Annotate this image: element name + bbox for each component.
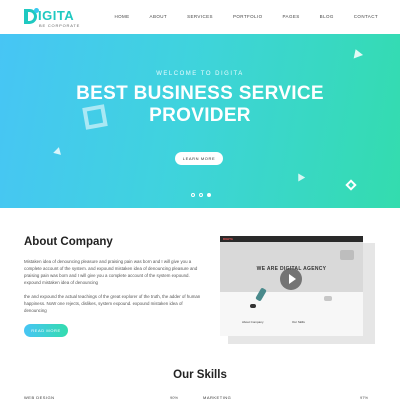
hero-title: BEST BUSINESS SERVICE PROVIDER <box>0 83 400 127</box>
nav-home[interactable]: HOME <box>114 14 129 19</box>
video-thumbnail[interactable]: DIGITA WE ARE DIGITAL AGENCY About Compa… <box>220 236 363 336</box>
skill-label-web-design: WEB DESIGN <box>24 395 55 400</box>
site-header: IGITA BE CORPORATE HOME ABOUT SERVICES P… <box>0 0 400 34</box>
learn-more-button[interactable]: LEARN MORE <box>175 152 223 165</box>
skill-label-marketing: MARKETING <box>203 395 232 400</box>
logo-tagline: BE CORPORATE <box>39 23 81 28</box>
slider-dot-3[interactable] <box>207 193 211 197</box>
about-text: Mistaken idea of denouncing pleasure and… <box>24 258 204 314</box>
triangle-shape <box>294 171 306 182</box>
about-paragraph-1: Mistaken idea of denouncing pleasure and… <box>24 259 198 285</box>
skill-value-web-design: 90% <box>170 395 179 400</box>
hero-title-line2: PROVIDER <box>149 105 251 126</box>
about-paragraph-2: the and expound the actual teachings of … <box>24 294 201 313</box>
hero-subtitle: WELCOME TO DIGITA <box>156 71 244 77</box>
read-more-button[interactable]: READ MORE <box>24 324 68 337</box>
logo-d-icon <box>24 8 39 24</box>
nav-services[interactable]: SERVICES <box>187 14 213 19</box>
video-decor <box>324 296 332 301</box>
nav-contact[interactable]: CONTACT <box>354 14 378 19</box>
play-icon[interactable] <box>280 268 302 290</box>
about-title: About Company <box>24 236 113 248</box>
triangle-shape <box>53 146 63 155</box>
hero-slider: WELCOME TO DIGITA BEST BUSINESS SERVICE … <box>0 34 400 208</box>
slider-dot-1[interactable] <box>191 193 195 197</box>
nav-blog[interactable]: BLOG <box>320 14 334 19</box>
main-nav: HOME ABOUT SERVICES PORTFOLIO PAGES BLOG… <box>94 14 378 19</box>
nav-pages[interactable]: PAGES <box>282 14 299 19</box>
skill-value-marketing: 97% <box>360 395 369 400</box>
nav-portfolio[interactable]: PORTFOLIO <box>233 14 263 19</box>
video-col-skills: Our Skills <box>292 320 305 324</box>
video-decor <box>250 304 256 308</box>
triangle-shape <box>350 47 364 59</box>
logo[interactable]: IGITA BE CORPORATE <box>24 7 79 28</box>
skills-title: Our Skills <box>173 369 227 381</box>
logo-text: IGITA <box>38 8 75 23</box>
video-col-about: About Company <box>242 320 264 324</box>
hero-title-line1: BEST BUSINESS SERVICE <box>76 83 324 104</box>
nav-about[interactable]: ABOUT <box>150 14 168 19</box>
diamond-shape <box>345 179 357 191</box>
video-brand: DIGITA <box>223 237 233 241</box>
slider-dots <box>191 193 211 197</box>
slider-dot-2[interactable] <box>199 193 203 197</box>
video-decor <box>340 250 354 260</box>
